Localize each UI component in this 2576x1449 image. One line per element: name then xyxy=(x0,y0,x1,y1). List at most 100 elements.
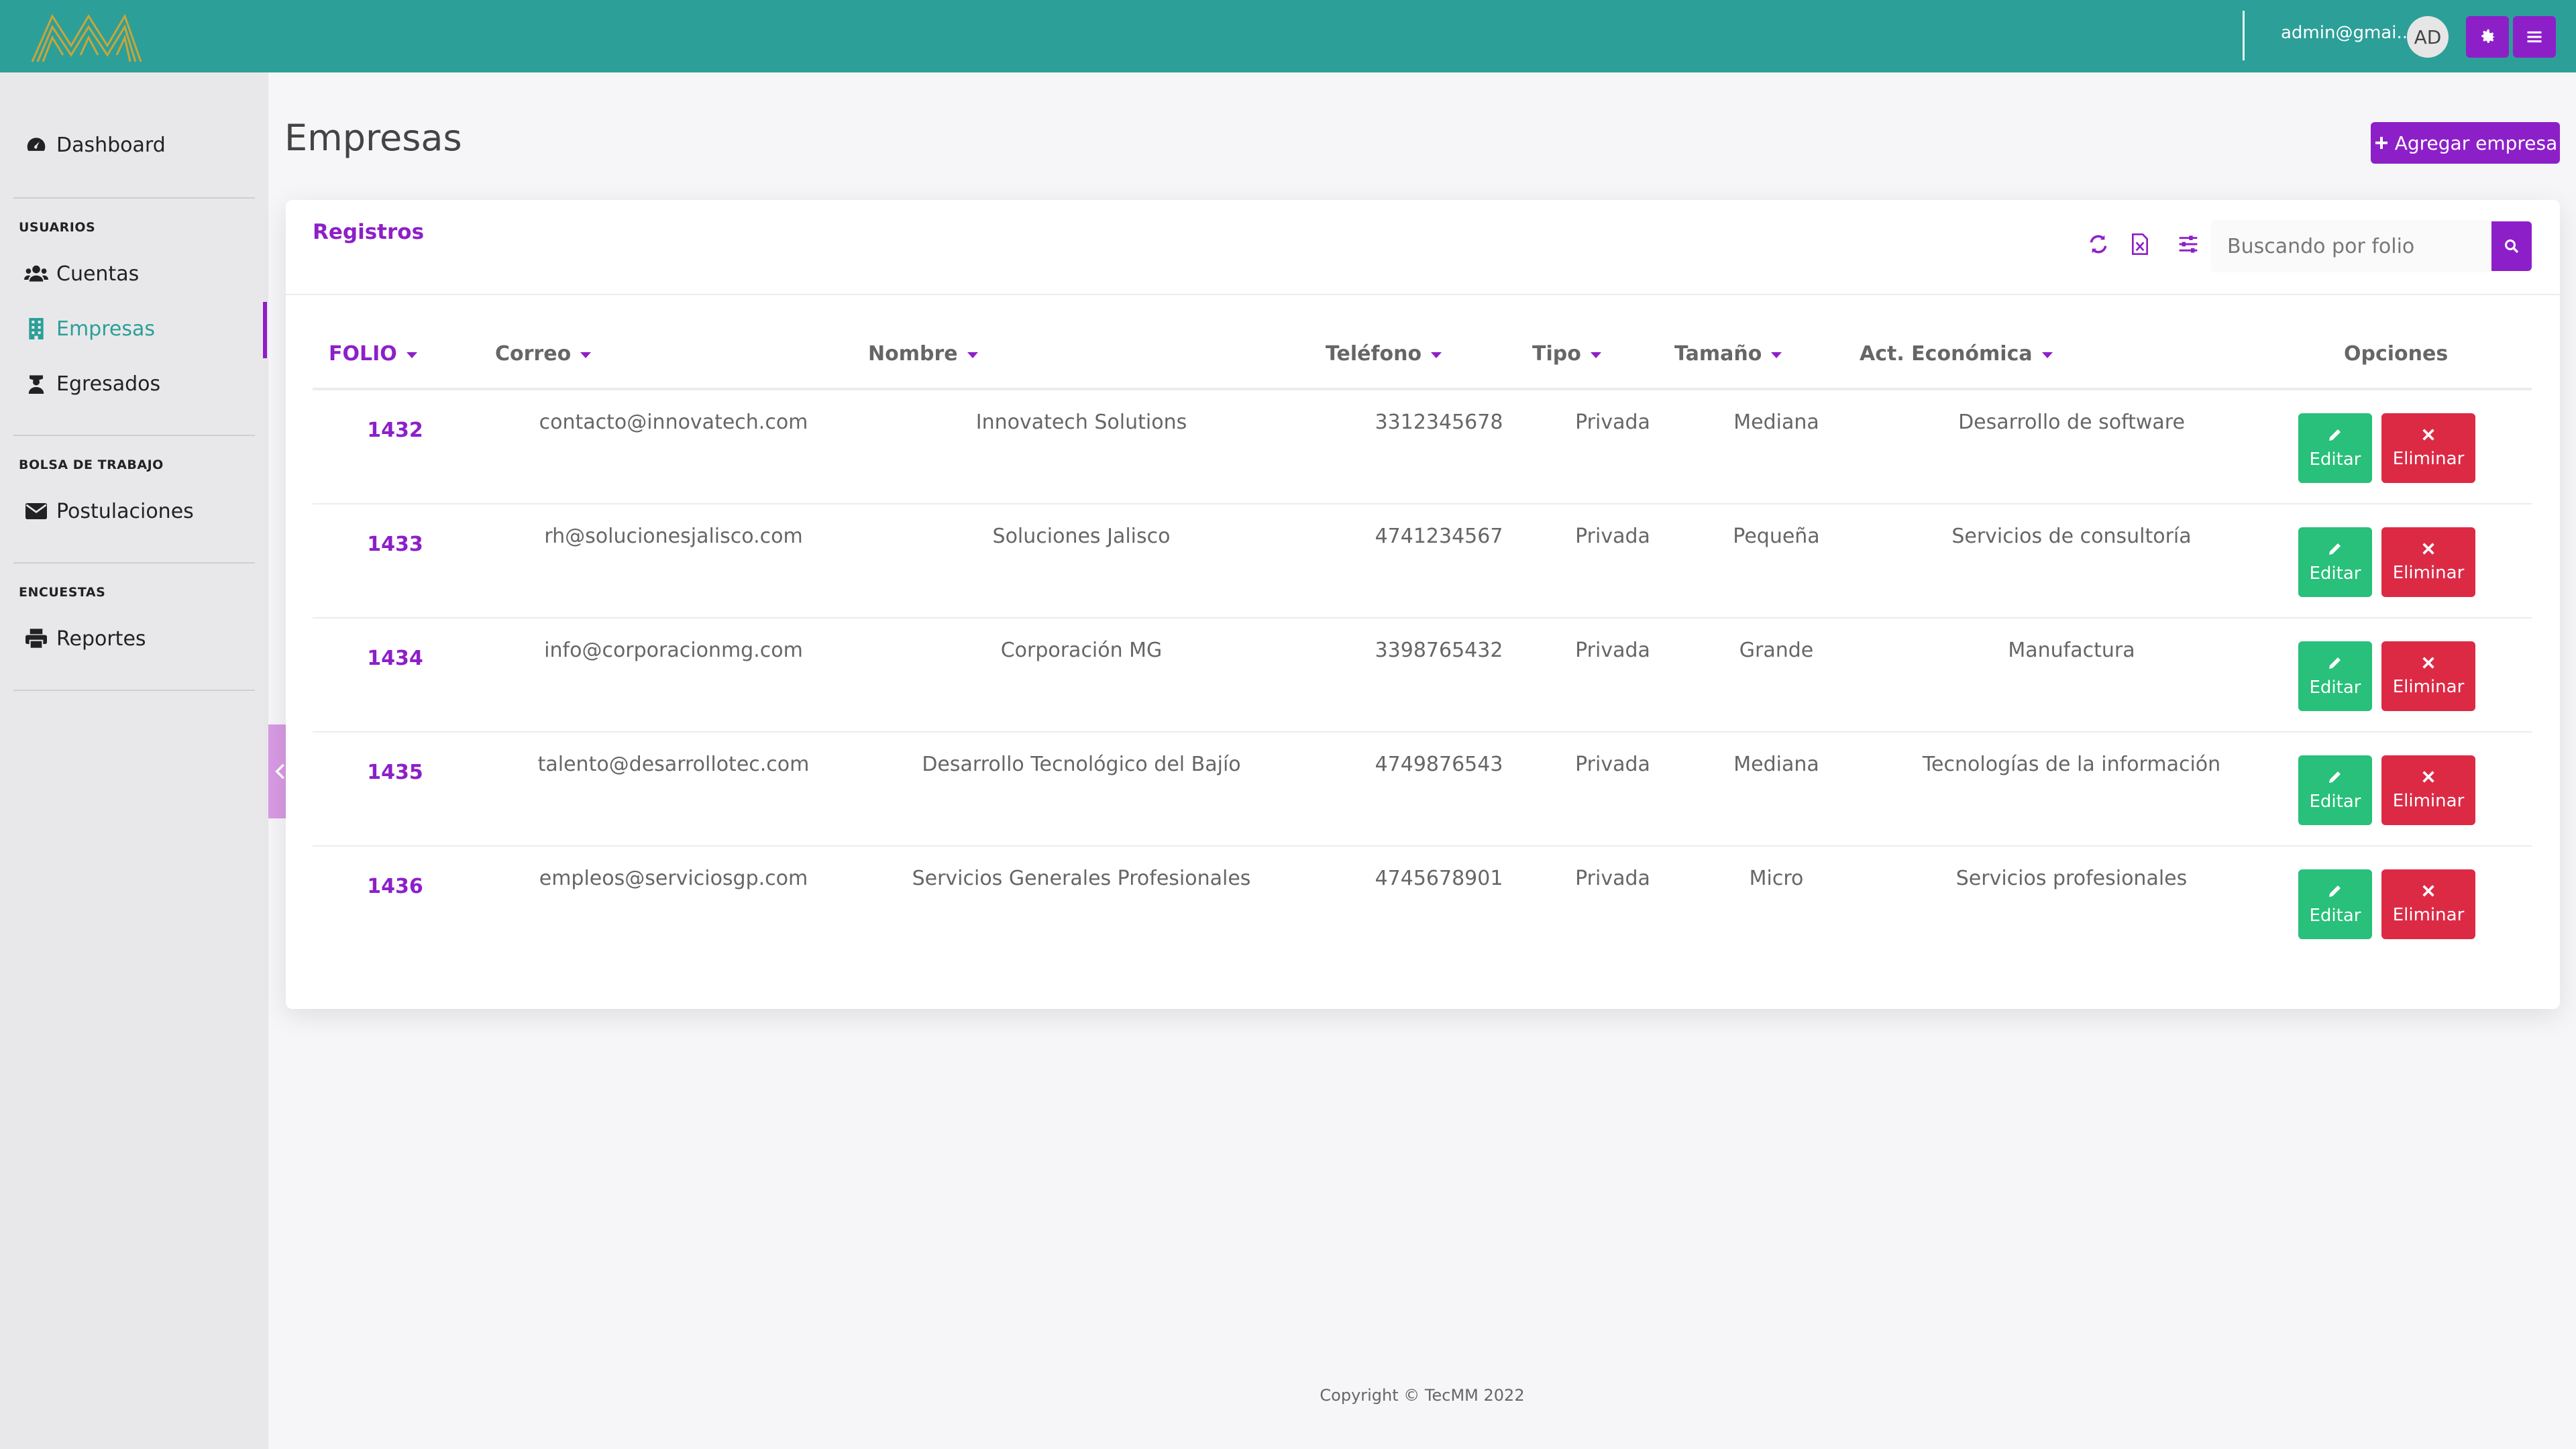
avatar[interactable]: AD xyxy=(2407,16,2449,58)
cell-tamano: Pequeña xyxy=(1733,525,1820,548)
cell-tipo: Privada xyxy=(1575,525,1650,548)
cell-tipo: Privada xyxy=(1575,639,1650,662)
cell-nombre: Corporación MG xyxy=(1000,639,1163,662)
cell-folio[interactable]: 1433 xyxy=(367,533,423,556)
sidebar-item-empresas[interactable]: Empresas xyxy=(24,317,155,341)
refresh-icon xyxy=(2090,235,2107,254)
cell-tamano: Micro xyxy=(1749,867,1804,890)
sort-caret-icon xyxy=(1431,352,1442,358)
sort-caret-icon xyxy=(580,352,592,358)
cell-tipo: Privada xyxy=(1575,867,1650,890)
add-company-button[interactable]: Agregar empresa xyxy=(2371,122,2560,164)
cell-actividad: Desarrollo de software xyxy=(1958,411,2185,434)
plus-icon xyxy=(2375,137,2387,149)
cell-actividad: Manufactura xyxy=(2008,639,2135,662)
table-row: 1436 empleos@serviciosgp.com Servicios G… xyxy=(313,847,2532,961)
column-header-folio[interactable]: FOLIO xyxy=(329,342,417,366)
pencil-icon xyxy=(2329,657,2341,669)
user-email[interactable]: admin@gmai... xyxy=(2281,23,2413,43)
edit-button[interactable]: Editar xyxy=(2298,641,2372,711)
delete-button[interactable]: Eliminar xyxy=(2381,527,2475,597)
building-icon xyxy=(24,317,48,341)
refresh-button[interactable] xyxy=(2086,232,2110,256)
close-icon xyxy=(2422,657,2434,669)
sidebar-item-cuentas[interactable]: Cuentas xyxy=(24,262,139,286)
sidebar-item-reportes[interactable]: Reportes xyxy=(24,627,146,651)
cell-telefono: 3312345678 xyxy=(1375,411,1503,434)
cell-correo: talento@desarrollotec.com xyxy=(537,753,810,776)
settings-button[interactable] xyxy=(2466,16,2509,58)
topbar-divider xyxy=(2243,11,2245,60)
sidebar-section-title: USUARIOS xyxy=(19,220,96,235)
column-header-nombre[interactable]: Nombre xyxy=(868,342,978,366)
column-header-tamano[interactable]: Tamaño xyxy=(1674,342,1782,366)
sort-caret-icon xyxy=(1771,352,1782,358)
column-header-tipo[interactable]: Tipo xyxy=(1532,342,1601,366)
sliders-icon xyxy=(2179,235,2198,253)
cell-actividad: Servicios de consultoría xyxy=(1951,525,2192,548)
sidebar-item-label: Dashboard xyxy=(56,133,166,157)
pencil-icon xyxy=(2329,429,2341,441)
sidebar-divider xyxy=(13,562,255,564)
graduate-icon xyxy=(24,372,48,396)
sidebar-item-postulaciones[interactable]: Postulaciones xyxy=(24,499,194,523)
delete-button[interactable]: Eliminar xyxy=(2381,755,2475,825)
cell-nombre: Innovatech Solutions xyxy=(975,411,1187,434)
logo xyxy=(31,13,142,62)
card-header-divider xyxy=(286,294,2560,295)
export-excel-button[interactable] xyxy=(2128,232,2152,256)
footer-copyright: Copyright © TecMM 2022 xyxy=(1320,1386,1525,1405)
search-button[interactable] xyxy=(2491,221,2532,271)
pencil-icon xyxy=(2329,543,2341,555)
envelope-icon xyxy=(24,499,48,523)
cell-telefono: 3398765432 xyxy=(1375,639,1503,662)
sidebar-item-dashboard[interactable]: Dashboard xyxy=(24,133,166,157)
printer-icon xyxy=(24,627,48,651)
cell-folio[interactable]: 1436 xyxy=(367,875,423,898)
sort-caret-icon xyxy=(1590,352,1601,358)
cell-folio[interactable]: 1432 xyxy=(367,419,423,442)
column-header-correo[interactable]: Correo xyxy=(495,342,592,366)
delete-button[interactable]: Eliminar xyxy=(2381,869,2475,939)
column-header-actividad[interactable]: Act. Económica xyxy=(1860,342,2053,366)
cell-nombre: Soluciones Jalisco xyxy=(992,525,1171,548)
cell-nombre: Servicios Generales Profesionales xyxy=(912,867,1251,890)
active-indicator xyxy=(263,302,267,358)
sidebar-item-label: Cuentas xyxy=(56,262,140,286)
edit-button[interactable]: Editar xyxy=(2298,869,2372,939)
file-excel-icon xyxy=(2132,233,2148,255)
edit-button[interactable]: Editar xyxy=(2298,413,2372,483)
delete-button[interactable]: Eliminar xyxy=(2381,641,2475,711)
sidebar-item-egresados[interactable]: Egresados xyxy=(24,372,160,396)
cell-tamano: Mediana xyxy=(1733,411,1819,434)
sidebar-divider xyxy=(13,197,255,199)
edit-button[interactable]: Editar xyxy=(2298,755,2372,825)
cell-tipo: Privada xyxy=(1575,753,1650,776)
column-header-telefono[interactable]: Teléfono xyxy=(1326,342,1442,366)
close-icon xyxy=(2422,543,2434,555)
hamburger-icon xyxy=(2527,31,2542,43)
records-card: Registros FOLIO Correo Nombre Teléfono T… xyxy=(286,200,2560,1009)
search-input[interactable] xyxy=(2211,220,2497,272)
gear-icon xyxy=(2481,29,2496,43)
column-header-opciones: Opciones xyxy=(2344,342,2449,366)
edit-button[interactable]: Editar xyxy=(2298,527,2372,597)
table-row: 1433 rh@solucionesjalisco.com Soluciones… xyxy=(313,504,2532,619)
cell-folio[interactable]: 1434 xyxy=(367,647,423,670)
cell-folio[interactable]: 1435 xyxy=(367,761,423,784)
pencil-icon xyxy=(2329,771,2341,783)
sidebar-divider xyxy=(13,435,255,436)
cell-telefono: 4745678901 xyxy=(1375,867,1503,890)
menu-button[interactable] xyxy=(2513,16,2556,58)
sort-caret-icon xyxy=(2041,352,2053,358)
table-row: 1435 talento@desarrollotec.com Desarroll… xyxy=(313,733,2532,847)
cell-actividad: Tecnologías de la información xyxy=(1922,753,2221,776)
delete-button[interactable]: Eliminar xyxy=(2381,413,2475,483)
sidebar-divider xyxy=(13,690,255,691)
cell-telefono: 4749876543 xyxy=(1375,753,1503,776)
close-icon xyxy=(2422,771,2434,783)
search-icon xyxy=(2505,239,2519,254)
cell-correo: rh@solucionesjalisco.com xyxy=(544,525,803,548)
sidebar-section-title: BOLSA DE TRABAJO xyxy=(19,458,164,472)
filter-settings-button[interactable] xyxy=(2176,232,2200,256)
